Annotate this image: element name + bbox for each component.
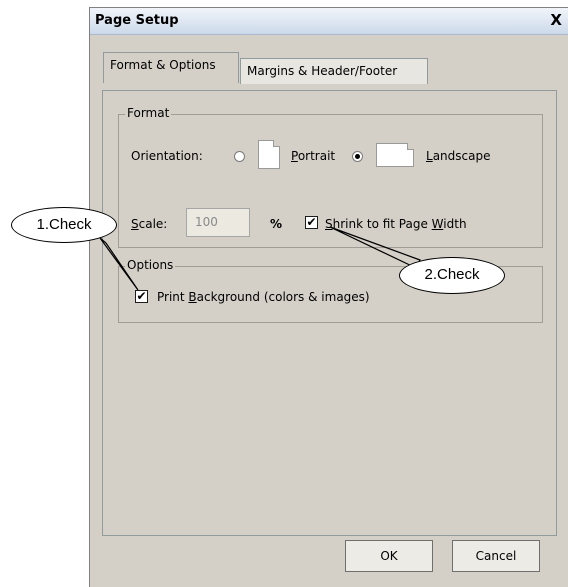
callout-connectors (99, 226, 421, 291)
tab-label: Format & Options (110, 58, 216, 72)
tab-format-options[interactable]: Format & Options (103, 52, 239, 83)
callout2-pointer (329, 226, 421, 269)
callout1-pointer (99, 237, 139, 291)
callout-2-check: 2.Check (399, 257, 505, 294)
callout-1-check: 1.Check (11, 207, 117, 243)
